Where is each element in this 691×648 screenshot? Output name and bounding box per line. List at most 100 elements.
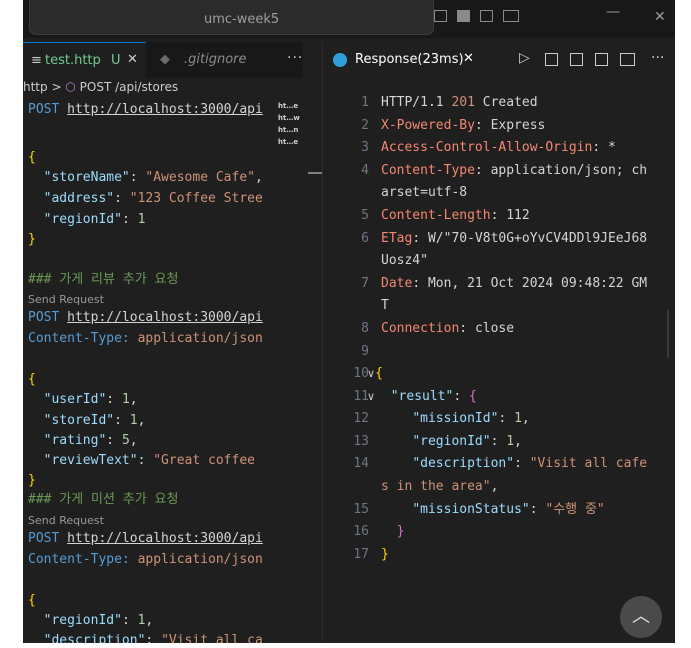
request-editor[interactable]: POST http://localhost:3000/api { "storeN… bbox=[28, 100, 278, 643]
json-value: "123 Coffee Stree bbox=[129, 191, 263, 206]
json-line: ∨ "result": { bbox=[367, 389, 477, 404]
minimize-window-button[interactable]: — bbox=[606, 4, 620, 20]
toggle-panel-icon[interactable] bbox=[457, 10, 470, 22]
json-line: "missionId": 1, bbox=[412, 411, 530, 426]
scroll-to-top-button[interactable]: ︿ bbox=[620, 596, 662, 638]
toggle-secondary-sidebar-icon[interactable] bbox=[480, 10, 493, 22]
request-url[interactable]: http://localhost:3000/api bbox=[67, 310, 263, 325]
json-key: "regionId" bbox=[43, 613, 122, 628]
status-text: Created bbox=[482, 95, 538, 110]
header-name: Access-Control-Allow-Origin bbox=[381, 140, 593, 155]
line-number: 1 bbox=[361, 95, 369, 110]
json-line-wrap: s in the area", bbox=[381, 479, 499, 494]
line-number: 16 bbox=[353, 524, 369, 539]
breadcrumb-method[interactable]: POST bbox=[80, 80, 112, 94]
json-value: "Visit all ca bbox=[161, 633, 263, 643]
header-value: Mon, 21 Oct 2024 09:48:22 GM bbox=[427, 276, 648, 291]
brace: { bbox=[28, 593, 36, 608]
json-key: "storeId" bbox=[43, 413, 115, 428]
json-key: "rating" bbox=[43, 433, 107, 448]
json-line: ∨{ bbox=[367, 363, 383, 385]
more-actions-button[interactable]: ··· bbox=[287, 50, 303, 66]
response-viewer[interactable]: 1 2 3 4 5 6 7 8 9 10 11 12 13 14 15 16 1… bbox=[323, 92, 675, 643]
more-actions-icon[interactable]: ··· bbox=[651, 50, 664, 66]
header-name: Content-Length bbox=[381, 208, 491, 223]
code-line: { bbox=[28, 370, 36, 390]
breadcrumb-root[interactable]: http bbox=[23, 80, 48, 94]
right-scrollbar[interactable] bbox=[667, 310, 669, 358]
tab-response[interactable]: Response(23ms) ✕ bbox=[323, 42, 485, 78]
code-line: "reviewText": "Great coffee bbox=[43, 453, 255, 468]
json-value: "수행 중" bbox=[545, 502, 605, 517]
code-line: { bbox=[28, 148, 36, 168]
command-center-search[interactable]: umc-week5 bbox=[29, 0, 434, 35]
json-value: "Visit all cafe bbox=[529, 456, 648, 471]
json-key: "regionId" bbox=[412, 434, 491, 449]
minimap-line: ht…w bbox=[278, 114, 300, 122]
header-name: Content-Type: bbox=[28, 331, 130, 346]
brace: } bbox=[28, 232, 36, 247]
close-tab-button[interactable]: ✕ bbox=[463, 51, 474, 66]
request-url[interactable]: http://localhost:3000/api bbox=[67, 102, 263, 117]
json-key: "description" bbox=[412, 456, 515, 471]
header-line: Connection: close bbox=[381, 321, 515, 336]
breadcrumb-path[interactable]: /api/stores bbox=[115, 80, 178, 94]
json-value: 5 bbox=[121, 433, 130, 448]
save-body-icon[interactable] bbox=[570, 53, 583, 66]
status-code: 201 bbox=[451, 95, 475, 110]
status-line: HTTP/1.1 201 Created bbox=[381, 92, 538, 114]
json-line: } bbox=[381, 544, 389, 566]
right-tab-bar: Response(23ms) ✕ ▷ ··· bbox=[323, 42, 675, 78]
split-editor-icon[interactable] bbox=[620, 53, 635, 66]
code-line: "storeName": "Awesome Cafe", bbox=[43, 170, 263, 185]
json-key: "storeName" bbox=[43, 170, 130, 185]
json-value-wrap: s in the area" bbox=[381, 479, 491, 494]
editor-window: umc-week5 — ✕ ≡ test.http U ✕ ◆ .gitigno… bbox=[23, 0, 675, 643]
code-line: "rating": 5, bbox=[43, 433, 138, 448]
json-value: "Awesome Cafe" bbox=[145, 170, 255, 185]
code-line: } bbox=[28, 471, 36, 491]
http-method: POST bbox=[28, 310, 60, 325]
line-number: 7 bbox=[361, 276, 369, 291]
chevron-down-icon[interactable]: ∨ bbox=[367, 390, 375, 403]
brace: } bbox=[396, 524, 405, 539]
tab-label: Response(23ms) bbox=[355, 52, 464, 67]
close-tab-button[interactable]: ✕ bbox=[127, 52, 138, 67]
send-request-link[interactable]: Send Request bbox=[28, 514, 104, 528]
header-line-wrap: arset=utf-8 bbox=[381, 185, 468, 200]
tab-test-http[interactable]: ≡ test.http U ✕ bbox=[23, 42, 146, 79]
minimap[interactable]: ht…e ht…w ht…n ht…e bbox=[278, 100, 306, 156]
customize-layout-icon[interactable] bbox=[503, 10, 519, 22]
breadcrumb-separator: > bbox=[51, 80, 62, 94]
copy-icon[interactable] bbox=[595, 53, 608, 66]
minimap-line: ht…e bbox=[278, 138, 299, 146]
tab-gitignore[interactable]: ◆ .gitignore bbox=[146, 42, 281, 78]
brace: { bbox=[28, 372, 36, 387]
toggle-primary-sidebar-icon[interactable] bbox=[434, 10, 447, 22]
diamond-icon: ◆ bbox=[160, 52, 170, 67]
close-window-button[interactable]: ✕ bbox=[654, 9, 666, 25]
chevron-down-icon[interactable]: ∨ bbox=[367, 367, 375, 380]
file-icon: ≡ bbox=[31, 53, 42, 68]
minimap-line: ht…n bbox=[278, 126, 299, 134]
line-number: 3 bbox=[361, 140, 369, 155]
json-key: "description" bbox=[43, 633, 146, 643]
line-number: 11 bbox=[353, 389, 369, 404]
line-number: 8 bbox=[361, 321, 369, 336]
save-response-icon[interactable] bbox=[545, 53, 558, 66]
code-line: "userId": 1, bbox=[43, 392, 138, 407]
code-line: ### 가게 리뷰 추가 요청 bbox=[28, 270, 178, 290]
send-request-link[interactable]: Send Request bbox=[28, 293, 104, 307]
search-text: umc-week5 bbox=[204, 12, 280, 27]
header-line-wrap: Uosz4" bbox=[381, 253, 428, 268]
request-url[interactable]: http://localhost:3000/api bbox=[67, 531, 263, 546]
left-scrollbar[interactable] bbox=[306, 100, 322, 643]
run-icon[interactable]: ▷ bbox=[519, 50, 530, 66]
code-line: POST http://localhost:3000/api bbox=[28, 100, 263, 120]
json-key: "reviewText" bbox=[43, 453, 138, 468]
header-value: application/json bbox=[137, 552, 263, 567]
header-value: application/json; ch bbox=[490, 163, 648, 178]
comment: ### 가게 미션 추가 요청 bbox=[28, 492, 179, 507]
code-line: "address": "123 Coffee Stree bbox=[43, 191, 263, 206]
code-line: } bbox=[28, 230, 36, 250]
